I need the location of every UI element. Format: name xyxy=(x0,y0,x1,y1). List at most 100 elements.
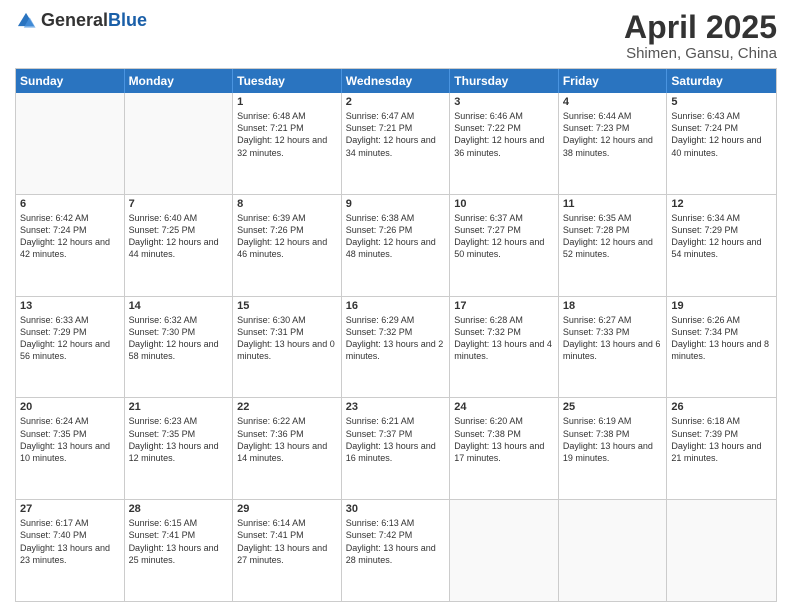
calendar-cell: 6Sunrise: 6:42 AM Sunset: 7:24 PM Daylig… xyxy=(16,195,125,296)
cell-info: Sunrise: 6:30 AM Sunset: 7:31 PM Dayligh… xyxy=(237,314,337,363)
day-number: 11 xyxy=(563,198,663,210)
day-number: 30 xyxy=(346,503,446,515)
calendar-cell: 30 Sunrise: 6:13 AM Sunset: 7:42 PM Dayli… xyxy=(342,500,451,601)
calendar-cell: 24Sunrise: 6:20 AM Sunset: 7:38 PM Dayli… xyxy=(450,398,559,499)
calendar-row: 1Sunrise: 6:48 AM Sunset: 7:21 PM Daylig… xyxy=(16,93,776,194)
calendar-cell: 13 Sunrise: 6:33 AM Sunset: 7:29 PM Dayli… xyxy=(16,297,125,398)
cell-info: Sunrise: 6:24 AM Sunset: 7:35 PM Dayligh… xyxy=(20,415,120,464)
calendar: SundayMondayTuesdayWednesdayThursdayFrid… xyxy=(15,68,777,602)
weekday-header: Tuesday xyxy=(233,69,342,93)
day-number: 8 xyxy=(237,198,337,210)
cell-info: Sunrise: 6:21 AM Sunset: 7:37 PM Dayligh… xyxy=(346,415,446,464)
day-number: 24 xyxy=(454,401,554,413)
day-number: 5 xyxy=(671,96,772,108)
day-number: 23 xyxy=(346,401,446,413)
day-number: 13 xyxy=(20,300,120,312)
calendar-cell: 28 Sunrise: 6:15 AM Sunset: 7:41 PM Dayli… xyxy=(125,500,234,601)
cell-info: Sunrise: 6:38 AM Sunset: 7:26 PM Dayligh… xyxy=(346,212,446,261)
weekday-header: Thursday xyxy=(450,69,559,93)
cell-info: Sunrise: 6:27 AM Sunset: 7:33 PM Dayligh… xyxy=(563,314,663,363)
calendar-cell: 15 Sunrise: 6:30 AM Sunset: 7:31 PM Dayli… xyxy=(233,297,342,398)
calendar-cell xyxy=(16,93,125,194)
logo-text: GeneralBlue xyxy=(41,11,147,31)
calendar-page: GeneralBlue April 2025 Shimen, Gansu, Ch… xyxy=(0,0,792,612)
cell-info: Sunrise: 6:13 AM Sunset: 7:42 PM Dayligh… xyxy=(346,517,446,566)
day-number: 2 xyxy=(346,96,446,108)
day-number: 9 xyxy=(346,198,446,210)
calendar-cell: 5 Sunrise: 6:43 AM Sunset: 7:24 PM Daylig… xyxy=(667,93,776,194)
cell-info: Sunrise: 6:22 AM Sunset: 7:36 PM Dayligh… xyxy=(237,415,337,464)
logo-icon xyxy=(15,10,37,32)
cell-info: Sunrise: 6:33 AM Sunset: 7:29 PM Dayligh… xyxy=(20,314,120,363)
cell-info: Sunrise: 6:37 AM Sunset: 7:27 PM Dayligh… xyxy=(454,212,554,261)
header: GeneralBlue April 2025 Shimen, Gansu, Ch… xyxy=(15,10,777,62)
calendar-cell: 21 Sunrise: 6:23 AM Sunset: 7:35 PM Dayli… xyxy=(125,398,234,499)
weekday-header: Sunday xyxy=(16,69,125,93)
day-number: 28 xyxy=(129,503,229,515)
calendar-header: SundayMondayTuesdayWednesdayThursdayFrid… xyxy=(16,69,776,93)
day-number: 29 xyxy=(237,503,337,515)
calendar-cell: 20 Sunrise: 6:24 AM Sunset: 7:35 PM Dayli… xyxy=(16,398,125,499)
cell-info: Sunrise: 6:14 AM Sunset: 7:41 PM Dayligh… xyxy=(237,517,337,566)
title-month: April 2025 xyxy=(624,10,777,45)
weekday-header: Friday xyxy=(559,69,668,93)
cell-info: Sunrise: 6:23 AM Sunset: 7:35 PM Dayligh… xyxy=(129,415,229,464)
title-block: April 2025 Shimen, Gansu, China xyxy=(624,10,777,62)
calendar-cell: 4Sunrise: 6:44 AM Sunset: 7:23 PM Daylig… xyxy=(559,93,668,194)
day-number: 4 xyxy=(563,96,663,108)
calendar-cell: 19Sunrise: 6:26 AM Sunset: 7:34 PM Dayli… xyxy=(667,297,776,398)
cell-info: Sunrise: 6:39 AM Sunset: 7:26 PM Dayligh… xyxy=(237,212,337,261)
day-number: 22 xyxy=(237,401,337,413)
day-number: 21 xyxy=(129,401,229,413)
cell-info: Sunrise: 6:47 AM Sunset: 7:21 PM Dayligh… xyxy=(346,110,446,159)
calendar-cell: 11Sunrise: 6:35 AM Sunset: 7:28 PM Dayli… xyxy=(559,195,668,296)
cell-info: Sunrise: 6:15 AM Sunset: 7:41 PM Dayligh… xyxy=(129,517,229,566)
cell-info: Sunrise: 6:19 AM Sunset: 7:38 PM Dayligh… xyxy=(563,415,663,464)
calendar-cell: 8 Sunrise: 6:39 AM Sunset: 7:26 PM Daylig… xyxy=(233,195,342,296)
cell-info: Sunrise: 6:18 AM Sunset: 7:39 PM Dayligh… xyxy=(671,415,772,464)
cell-info: Sunrise: 6:28 AM Sunset: 7:32 PM Dayligh… xyxy=(454,314,554,363)
cell-info: Sunrise: 6:34 AM Sunset: 7:29 PM Dayligh… xyxy=(671,212,772,261)
cell-info: Sunrise: 6:32 AM Sunset: 7:30 PM Dayligh… xyxy=(129,314,229,363)
day-number: 14 xyxy=(129,300,229,312)
day-number: 20 xyxy=(20,401,120,413)
day-number: 12 xyxy=(671,198,772,210)
logo: GeneralBlue xyxy=(15,10,147,32)
day-number: 16 xyxy=(346,300,446,312)
cell-info: Sunrise: 6:29 AM Sunset: 7:32 PM Dayligh… xyxy=(346,314,446,363)
calendar-cell: 29 Sunrise: 6:14 AM Sunset: 7:41 PM Dayli… xyxy=(233,500,342,601)
calendar-cell: 12 Sunrise: 6:34 AM Sunset: 7:29 PM Dayli… xyxy=(667,195,776,296)
calendar-cell: 2 Sunrise: 6:47 AM Sunset: 7:21 PM Daylig… xyxy=(342,93,451,194)
day-number: 3 xyxy=(454,96,554,108)
logo-blue: Blue xyxy=(108,10,147,30)
cell-info: Sunrise: 6:17 AM Sunset: 7:40 PM Dayligh… xyxy=(20,517,120,566)
calendar-row: 27Sunrise: 6:17 AM Sunset: 7:40 PM Dayli… xyxy=(16,499,776,601)
cell-info: Sunrise: 6:46 AM Sunset: 7:22 PM Dayligh… xyxy=(454,110,554,159)
calendar-cell: 9 Sunrise: 6:38 AM Sunset: 7:26 PM Daylig… xyxy=(342,195,451,296)
day-number: 1 xyxy=(237,96,337,108)
cell-info: Sunrise: 6:43 AM Sunset: 7:24 PM Dayligh… xyxy=(671,110,772,159)
calendar-row: 13 Sunrise: 6:33 AM Sunset: 7:29 PM Dayli… xyxy=(16,296,776,398)
cell-info: Sunrise: 6:26 AM Sunset: 7:34 PM Dayligh… xyxy=(671,314,772,363)
day-number: 6 xyxy=(20,198,120,210)
calendar-row: 6Sunrise: 6:42 AM Sunset: 7:24 PM Daylig… xyxy=(16,194,776,296)
calendar-cell: 25Sunrise: 6:19 AM Sunset: 7:38 PM Dayli… xyxy=(559,398,668,499)
calendar-cell: 22 Sunrise: 6:22 AM Sunset: 7:36 PM Dayli… xyxy=(233,398,342,499)
calendar-cell: 26 Sunrise: 6:18 AM Sunset: 7:39 PM Dayli… xyxy=(667,398,776,499)
day-number: 7 xyxy=(129,198,229,210)
weekday-header: Saturday xyxy=(667,69,776,93)
calendar-cell: 14 Sunrise: 6:32 AM Sunset: 7:30 PM Dayli… xyxy=(125,297,234,398)
logo-general: General xyxy=(41,10,108,30)
day-number: 18 xyxy=(563,300,663,312)
day-number: 17 xyxy=(454,300,554,312)
cell-info: Sunrise: 6:40 AM Sunset: 7:25 PM Dayligh… xyxy=(129,212,229,261)
day-number: 26 xyxy=(671,401,772,413)
day-number: 15 xyxy=(237,300,337,312)
calendar-cell xyxy=(125,93,234,194)
calendar-cell xyxy=(450,500,559,601)
calendar-cell xyxy=(667,500,776,601)
calendar-cell: 18 Sunrise: 6:27 AM Sunset: 7:33 PM Dayli… xyxy=(559,297,668,398)
calendar-cell: 27Sunrise: 6:17 AM Sunset: 7:40 PM Dayli… xyxy=(16,500,125,601)
calendar-cell: 17 Sunrise: 6:28 AM Sunset: 7:32 PM Dayli… xyxy=(450,297,559,398)
calendar-cell: 3 Sunrise: 6:46 AM Sunset: 7:22 PM Daylig… xyxy=(450,93,559,194)
